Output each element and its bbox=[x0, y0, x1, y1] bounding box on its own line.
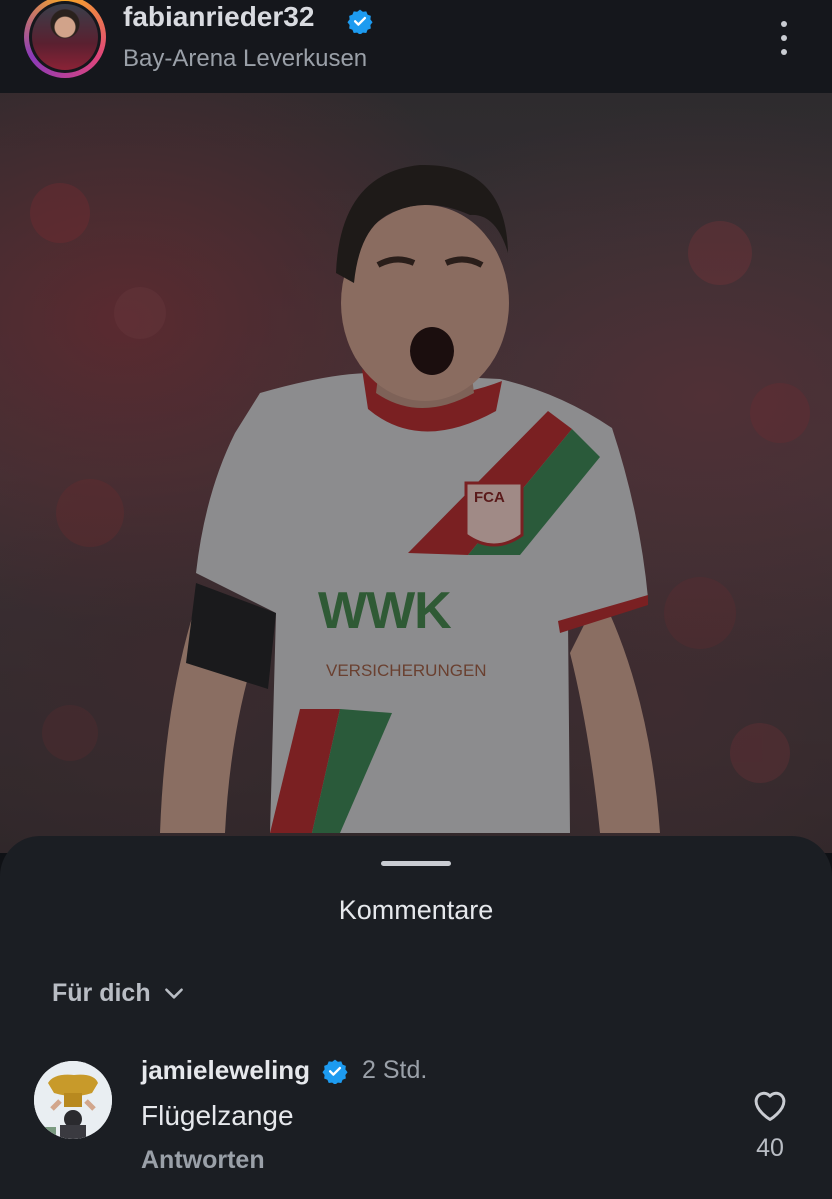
sort-dropdown[interactable]: Für dich bbox=[52, 976, 187, 1010]
jersey-sponsor-subtext: VERSICHERUNGEN bbox=[326, 661, 487, 680]
comment-timestamp: 2 Std. bbox=[362, 1056, 428, 1084]
avatar-inner bbox=[29, 1, 101, 73]
post-header: fabianrieder32 Bay-Arena Leverkusen bbox=[0, 0, 832, 93]
more-vertical-icon-dot bbox=[781, 49, 787, 55]
more-vertical-icon bbox=[781, 21, 787, 27]
player-illustration bbox=[30, 164, 810, 833]
verified-badge-icon bbox=[322, 1059, 348, 1084]
chevron-down-icon bbox=[164, 988, 183, 999]
comments-sheet: Kommentare Für dich jamieleweling 2 Std.… bbox=[0, 836, 832, 1199]
jersey-sponsor-text: WWK bbox=[318, 582, 452, 640]
reply-button[interactable]: Antworten bbox=[141, 1144, 265, 1176]
profile-avatar[interactable] bbox=[24, 0, 106, 78]
post-photo[interactable]: WWK VERSICHERUNGEN FCA bbox=[0, 93, 832, 853]
post-location[interactable]: Bay-Arena Leverkusen bbox=[123, 44, 367, 74]
avatar-image bbox=[32, 4, 98, 70]
more-options-button[interactable] bbox=[766, 18, 802, 58]
heart-icon[interactable] bbox=[750, 1086, 790, 1122]
comment-username[interactable]: jamieleweling bbox=[141, 1054, 310, 1086]
like-count: 40 bbox=[756, 1134, 784, 1162]
comment-text: Flügelzange bbox=[141, 1100, 294, 1131]
comments-title: Kommentare bbox=[338, 895, 494, 925]
post-username[interactable]: fabianrieder32 bbox=[123, 0, 314, 34]
verified-badge-icon bbox=[347, 9, 373, 34]
post-comments-screen: WWK VERSICHERUNGEN FCA fabianrieder32 Ba… bbox=[0, 0, 832, 1199]
comment-avatar[interactable] bbox=[34, 1061, 112, 1139]
trophy-avatar-image bbox=[34, 1061, 112, 1139]
more-vertical-icon-dot bbox=[781, 35, 787, 41]
sort-label: Für dich bbox=[52, 978, 151, 1007]
sheet-drag-handle[interactable] bbox=[381, 861, 451, 866]
jersey-crest-text: FCA bbox=[474, 489, 505, 506]
